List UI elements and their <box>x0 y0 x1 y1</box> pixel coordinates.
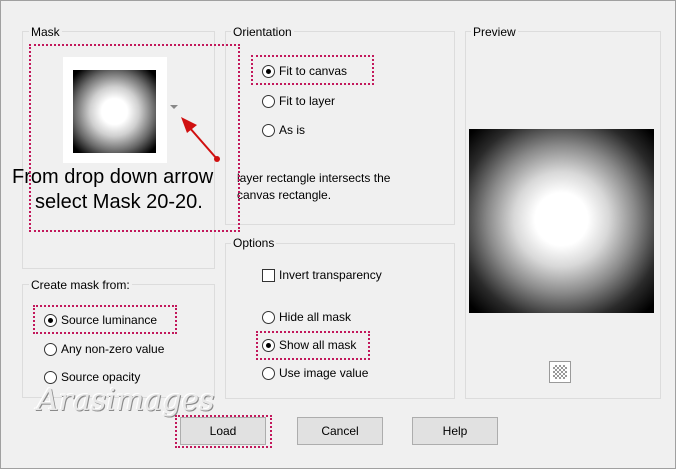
radio-show-all-mask[interactable]: Show all mask <box>262 336 356 354</box>
radio-as-is-label: As is <box>279 123 306 137</box>
preview-group-title: Preview <box>471 25 518 39</box>
radio-fit-to-canvas-label: Fit to canvas <box>279 64 348 78</box>
orientation-info-line1: layer rectangle intersects the <box>237 171 391 185</box>
radio-use-image-value[interactable]: Use image value <box>262 364 368 382</box>
create-mask-from-title: Create mask from: <box>29 278 132 292</box>
mask-group-title: Mask <box>29 25 62 39</box>
radio-source-luminance-circle[interactable] <box>44 313 57 327</box>
radio-any-non-zero[interactable]: Any non-zero value <box>44 340 164 358</box>
radio-fit-to-layer[interactable]: Fit to layer <box>262 92 335 110</box>
radio-show-all-mask-label: Show all mask <box>279 338 357 352</box>
radio-hide-all-mask-circle[interactable] <box>262 310 275 324</box>
preview-image <box>469 129 654 313</box>
radio-as-is-circle[interactable] <box>262 123 275 137</box>
cancel-button[interactable]: Cancel <box>297 417 383 445</box>
help-button[interactable]: Help <box>412 417 498 445</box>
radio-hide-all-mask[interactable]: Hide all mask <box>262 308 351 326</box>
radio-show-all-mask-circle[interactable] <box>262 338 275 352</box>
radio-any-non-zero-label: Any non-zero value <box>61 342 165 356</box>
radio-fit-to-layer-label: Fit to layer <box>279 94 336 108</box>
mask-thumbnail[interactable] <box>73 70 156 153</box>
radio-use-image-value-label: Use image value <box>279 366 369 380</box>
checkbox-invert-transparency-box[interactable] <box>262 268 275 282</box>
options-group-title: Options <box>231 236 277 250</box>
checkerboard-icon[interactable] <box>549 361 571 383</box>
radio-source-luminance-label: Source luminance <box>61 313 158 327</box>
radio-as-is[interactable]: As is <box>262 121 305 139</box>
orientation-info-text: layer rectangle intersects the canvas re… <box>237 170 390 204</box>
load-button[interactable]: Load <box>180 417 266 445</box>
checkerboard-pattern <box>553 365 567 379</box>
radio-hide-all-mask-label: Hide all mask <box>279 310 352 324</box>
annotation-line1: From drop down arrow <box>12 166 214 188</box>
radio-fit-to-canvas-circle[interactable] <box>262 64 275 78</box>
checkbox-invert-transparency-label: Invert transparency <box>279 268 382 282</box>
orientation-info-line2: canvas rectangle. <box>237 188 332 202</box>
create-mask-dialog: Mask Orientation Fit to canvas Fit to la… <box>0 0 676 469</box>
arrow-icon <box>181 117 220 162</box>
radio-source-opacity-label: Source opacity <box>61 370 141 384</box>
orientation-group-title: Orientation <box>231 25 294 39</box>
radio-source-opacity-circle[interactable] <box>44 370 57 384</box>
watermark-logo: Arasimages <box>37 383 215 418</box>
radio-use-image-value-circle[interactable] <box>262 366 275 380</box>
radio-fit-to-canvas[interactable]: Fit to canvas <box>262 62 347 80</box>
radio-fit-to-layer-circle[interactable] <box>262 94 275 108</box>
radio-source-luminance[interactable]: Source luminance <box>44 311 157 329</box>
radio-any-non-zero-circle[interactable] <box>44 342 57 356</box>
chevron-down-icon[interactable] <box>170 105 178 109</box>
annotation-line2: select Mask 20-20. <box>35 191 203 213</box>
checkbox-invert-transparency[interactable]: Invert transparency <box>262 266 382 284</box>
